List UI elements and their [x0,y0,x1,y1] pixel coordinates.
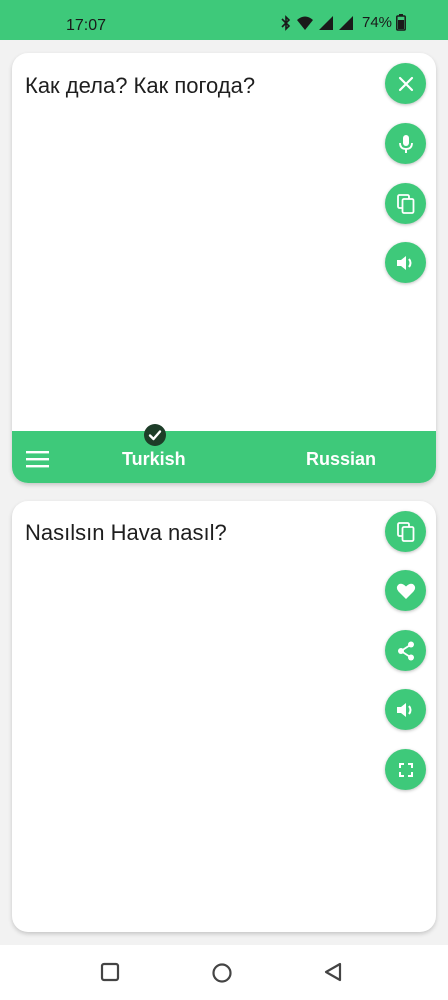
source-text[interactable]: Как дела? Как погода? [25,73,255,99]
home-button[interactable] [211,962,233,989]
fullscreen-icon [398,762,413,777]
status-bar: 17:07 74% [0,0,448,40]
volume-icon [396,254,416,272]
navigation-bar [0,945,448,1000]
signal-icon [318,15,334,31]
bluetooth-icon [280,14,292,31]
selected-check-icon [144,424,166,446]
status-icons: 74% [280,14,406,31]
microphone-icon [398,134,414,154]
share-button[interactable] [385,630,426,671]
back-button[interactable] [323,962,343,987]
clear-button[interactable] [385,63,426,104]
close-icon [398,76,414,92]
fullscreen-button[interactable] [385,749,426,790]
wifi-icon [296,15,314,31]
voice-input-button[interactable] [385,123,426,164]
battery-level: 74% [362,14,393,31]
speak-source-button[interactable] [385,242,426,283]
battery-icon [396,14,406,31]
copy-source-button[interactable] [385,183,426,224]
recents-button[interactable] [100,962,120,987]
source-card: Как дела? Как погода? Turkish Russian [12,53,436,483]
target-language-button[interactable]: Russian [306,449,376,470]
speak-result-button[interactable] [385,689,426,730]
menu-icon[interactable] [26,450,49,473]
status-time: 17:07 [66,17,107,34]
source-language-button[interactable]: Turkish [122,449,186,470]
signal-icon-2 [338,15,354,31]
copy-icon [396,193,415,214]
language-bar: Turkish Russian [12,431,436,483]
copy-icon [396,521,415,542]
share-icon [397,641,415,661]
favorite-button[interactable] [385,570,426,611]
volume-icon [396,701,416,719]
copy-result-button[interactable] [385,511,426,552]
result-text: Nasılsın Hava nasıl? [25,520,227,545]
result-card: Nasılsın Hava nasıl? [12,501,436,932]
heart-icon [396,582,416,600]
